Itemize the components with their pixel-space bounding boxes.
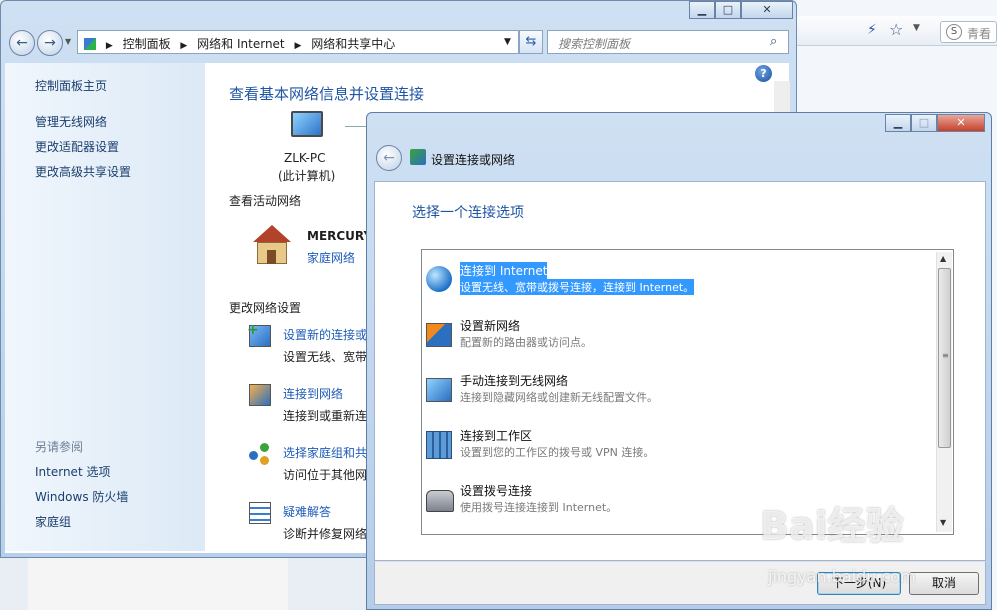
dialup-icon [426, 490, 454, 512]
task-new-connection-desc: 设置无线、宽带 [283, 350, 368, 364]
dialog-back-button[interactable]: ← [376, 145, 402, 171]
minimize-button[interactable]: ▁ [689, 1, 715, 19]
task-troubleshoot-link[interactable]: 疑难解答 [283, 503, 331, 520]
new-network-icon [426, 323, 452, 347]
see-also-homegroup[interactable]: 家庭组 [35, 513, 71, 530]
address-row: ← → ▼ ▶ 控制面板 ▶ 网络和 Internet ▶ 网络和共享中心 ▼ … [5, 27, 793, 59]
sidebar: 控制面板主页 管理无线网络 更改适配器设置 更改高级共享设置 另请参阅 Inte… [5, 63, 205, 551]
window-controls: ▁ □ ✕ [689, 1, 793, 19]
dialog-heading: 选择一个连接选项 [412, 205, 524, 221]
option-manual-wireless[interactable]: 手动连接到无线网络 连接到隐藏网络或创建新无线配置文件。 [426, 372, 726, 418]
network-line [345, 126, 367, 127]
breadcrumb-separator-icon: ▶ [105, 41, 113, 51]
workplace-icon [426, 431, 452, 459]
dialog-window-controls: ▁ □ ✕ [885, 114, 987, 132]
dialog-title: 设置连接或网络 [431, 153, 516, 167]
new-connection-icon: + [247, 322, 271, 347]
watermark-url: jingyan.baidu.com [768, 567, 916, 586]
scroll-thumb[interactable]: ≡ [938, 268, 951, 448]
close-button[interactable]: ✕ [741, 1, 793, 19]
page-title: 查看基本网络信息并设置连接 [229, 85, 425, 103]
browser-search-input[interactable]: S 青看 [940, 21, 997, 43]
refresh-button[interactable]: ⇆ [519, 30, 543, 54]
network-name: MERCURY [307, 229, 373, 243]
task-connect-network-link[interactable]: 连接到网络 [283, 385, 343, 402]
search-icon[interactable]: ⌕ [770, 34, 777, 49]
back-button[interactable]: ← [9, 30, 35, 56]
sidebar-home-link[interactable]: 控制面板主页 [35, 77, 107, 94]
breadcrumb-network-center[interactable]: 网络和共享中心 [311, 37, 395, 51]
chevron-down-icon[interactable]: ▼ [913, 23, 920, 33]
dialog-close-button[interactable]: ✕ [937, 114, 985, 132]
homegroup-icon [249, 443, 271, 465]
option-connect-internet[interactable]: 连接到 Internet 设置无线、宽带或拨号连接，连接到 Internet。 [426, 262, 726, 308]
dialog-minimize-button[interactable]: ▁ [885, 114, 911, 132]
computer-name: ZLK-PC [284, 151, 326, 165]
options-scrollbar[interactable]: ▲ ≡ ▼ [936, 252, 952, 532]
scroll-down-icon[interactable]: ▼ [940, 518, 946, 527]
scroll-up-icon[interactable]: ▲ [940, 254, 946, 263]
address-dropdown-icon[interactable]: ▼ [504, 37, 511, 47]
computer-icon [291, 111, 323, 137]
desktop-background [28, 558, 288, 610]
active-networks-title: 查看活动网络 [229, 194, 302, 208]
connection-options-list: 连接到 Internet 设置无线、宽带或拨号连接，连接到 Internet。 … [421, 249, 954, 535]
wireless-icon [426, 378, 452, 402]
computer-subtitle: (此计算机) [278, 169, 336, 183]
sidebar-item-adapter-settings[interactable]: 更改适配器设置 [35, 138, 119, 155]
sidebar-item-advanced-sharing[interactable]: 更改高级共享设置 [35, 163, 131, 180]
option-dialup[interactable]: 设置拨号连接 使用拨号连接连接到 Internet。 [426, 482, 726, 528]
home-network-icon [251, 225, 293, 267]
search-engine-icon: S [946, 24, 962, 40]
help-icon[interactable]: ? [755, 65, 772, 82]
task-connect-network-desc: 连接到或重新连 [283, 409, 368, 423]
address-bar[interactable]: ▶ 控制面板 ▶ 网络和 Internet ▶ 网络和共享中心 ▼ [77, 30, 519, 54]
option-new-network[interactable]: 设置新网络 配置新的路由器或访问点。 [426, 317, 726, 363]
maximize-button[interactable]: □ [715, 1, 741, 19]
task-homegroup-link[interactable]: 选择家庭组和共 [283, 444, 367, 461]
change-settings-title: 更改网络设置 [229, 301, 302, 315]
task-homegroup-desc: 访问位于其他网 [283, 468, 368, 482]
breadcrumb-network-internet[interactable]: 网络和 Internet [197, 37, 284, 51]
favorite-star-icon[interactable]: ☆ [889, 20, 903, 39]
troubleshoot-icon [249, 502, 271, 524]
see-also-firewall[interactable]: Windows 防火墙 [35, 488, 128, 505]
search-input[interactable]: 搜索控制面板 ⌕ [547, 30, 789, 54]
forward-button[interactable]: → [37, 30, 63, 56]
option-workplace[interactable]: 连接到工作区 设置到您的工作区的拨号或 VPN 连接。 [426, 427, 726, 473]
breadcrumb-control-panel[interactable]: 控制面板 [123, 37, 171, 51]
cancel-button[interactable]: 取消 [909, 572, 979, 595]
breadcrumb-separator-icon: ▶ [294, 41, 302, 51]
dialog-maximize-button[interactable]: □ [911, 114, 937, 132]
breadcrumb-separator-icon: ▶ [180, 41, 188, 51]
connect-network-icon [249, 384, 271, 406]
see-also-title: 另请参阅 [35, 440, 84, 454]
task-troubleshoot-desc: 诊断并修复网络 [283, 527, 368, 541]
history-dropdown-icon[interactable]: ▼ [65, 37, 71, 46]
lightning-icon[interactable]: ⚡ [867, 22, 877, 38]
task-new-connection-link[interactable]: 设置新的连接或 [283, 326, 367, 343]
globe-icon [426, 266, 452, 292]
dialog-title-icon [410, 149, 426, 165]
sidebar-item-manage-wireless[interactable]: 管理无线网络 [35, 113, 107, 130]
control-panel-icon [84, 38, 96, 50]
see-also-internet-options[interactable]: Internet 选项 [35, 463, 110, 480]
network-type-link[interactable]: 家庭网络 [307, 249, 355, 266]
watermark-brand: Bai经验 [760, 504, 904, 548]
